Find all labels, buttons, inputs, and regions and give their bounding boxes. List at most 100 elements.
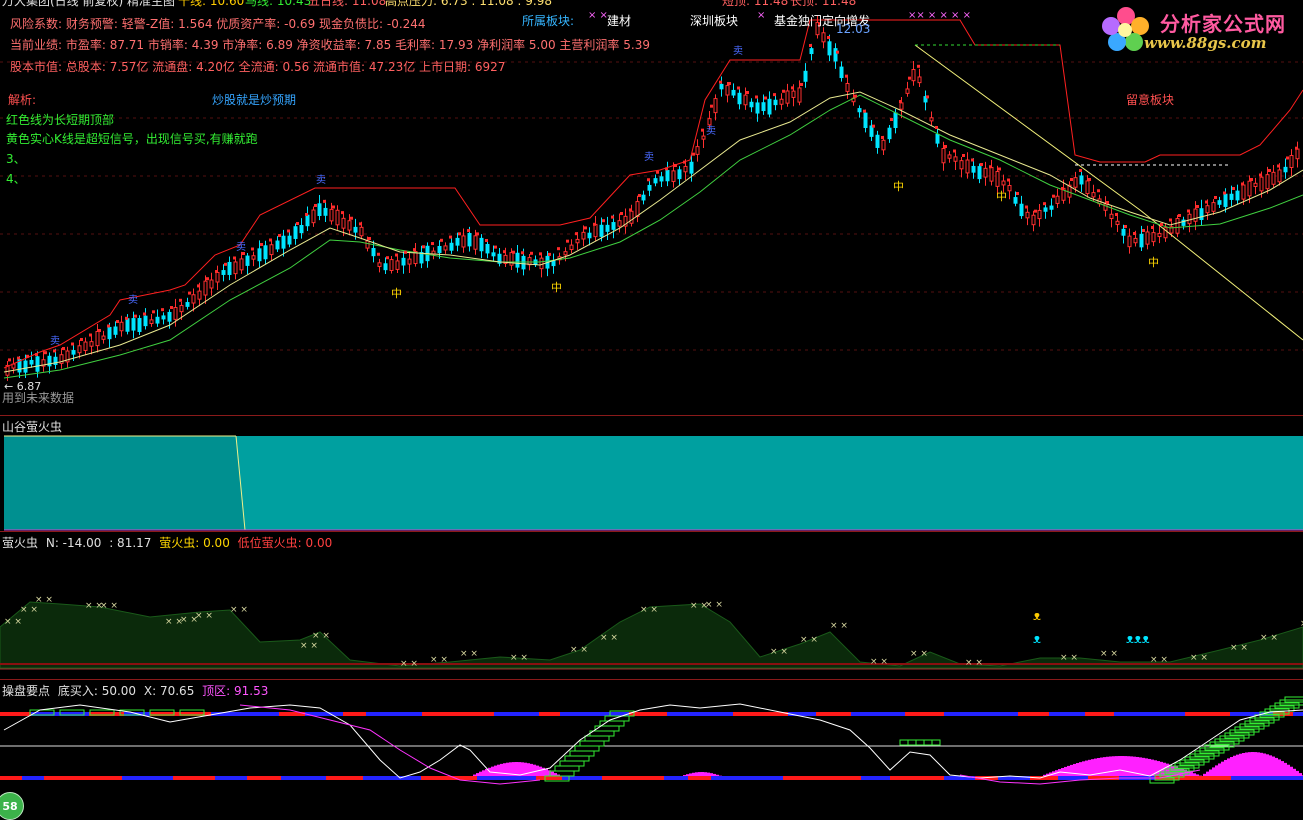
band-segment [1114, 712, 1185, 716]
valley-firefly-chart[interactable] [0, 416, 1303, 532]
signal-dot [152, 310, 155, 313]
candle-body [276, 241, 279, 249]
candle-body [762, 103, 765, 111]
signal-dot [1151, 226, 1154, 229]
histogram-bar [1248, 752, 1251, 776]
x-mark: × × [800, 635, 818, 645]
histogram-bar [485, 769, 488, 776]
main-chart-panel[interactable]: 卖卖卖 卖卖卖 卖 万大集团(日线 前复权) 精准主图 十线: 10.60 马线… [0, 0, 1303, 415]
signal-dot [215, 270, 218, 273]
candle-body [1236, 191, 1239, 200]
firefly-panel[interactable]: 萤火虫 N: -14.00 : 81.17 萤火虫: 0.00 低位萤火虫: 0… [0, 531, 1303, 680]
candle-body [246, 256, 249, 265]
candle-body [996, 172, 999, 187]
candle-body [360, 227, 363, 235]
candle-body [1254, 183, 1257, 186]
histogram-bar [704, 772, 707, 776]
sector-building[interactable]: 建材 [607, 12, 631, 29]
signal-dot [1205, 201, 1208, 204]
histogram-bar [1263, 753, 1266, 776]
candle-body [570, 245, 573, 249]
band-segment [477, 776, 536, 780]
x-mark: × × [230, 605, 248, 615]
candle-body [912, 70, 915, 81]
candle-body [348, 221, 351, 230]
candle-body [1140, 234, 1143, 247]
step-box [908, 740, 932, 745]
band-segment [215, 776, 247, 780]
histogram-bar [1218, 763, 1221, 776]
band-segment [281, 776, 326, 780]
histogram-bar [1233, 756, 1236, 776]
trading-points-chart[interactable] [0, 680, 1303, 820]
candle-body [312, 210, 315, 223]
signal-dot [17, 357, 20, 360]
notes-title: 解析: [8, 91, 36, 108]
signal-dot [1259, 174, 1262, 177]
signal-dot [350, 217, 353, 220]
candle-body [516, 253, 519, 267]
signal-dot [404, 251, 407, 254]
signal-dot [278, 234, 281, 237]
candle-body [792, 91, 795, 97]
svg-text:卖: 卖 [316, 174, 326, 186]
histogram-bar [1088, 760, 1091, 776]
candle-body [876, 135, 879, 147]
histogram-bar [539, 767, 542, 776]
candle-body [450, 243, 453, 250]
candle-body [192, 295, 195, 303]
histogram-bar [1064, 767, 1067, 776]
signal-dot [377, 253, 380, 256]
signal-dot [395, 254, 398, 257]
candle-body [462, 236, 465, 247]
signal-dot [1115, 213, 1118, 216]
logo-name: 分析家公式网 [1160, 8, 1286, 37]
signal-dot [1268, 169, 1271, 172]
histogram-bar [497, 765, 500, 776]
risk-info: 风险系数: 财务预警: 轻警-Z值: 1.564 优质资产率: -0.69 现金… [10, 15, 426, 32]
signal-dot [314, 204, 317, 207]
signal-dot [1295, 147, 1298, 150]
candle-body [300, 226, 303, 233]
candle-body [72, 351, 75, 355]
candle-body [324, 208, 327, 215]
x-mark: × × [4, 617, 22, 627]
trading-points-panel[interactable]: 操盘要点 底买入: 50.00 X: 70.65 顶区: 91.53 [0, 679, 1303, 820]
signal-dot [962, 154, 965, 157]
signal-dot [251, 248, 254, 251]
candle-body [744, 95, 747, 105]
signal-dot [89, 334, 92, 337]
candle-body [702, 136, 705, 139]
step-box [590, 731, 614, 736]
candle-body [828, 42, 831, 55]
signal-dot [665, 167, 668, 170]
signal-dot [629, 208, 632, 211]
candle-body [258, 249, 261, 261]
signal-dot [134, 315, 137, 318]
valley-firefly-panel[interactable]: 山谷萤火虫 [0, 415, 1303, 532]
band-segment [667, 712, 733, 716]
candle-body [1248, 181, 1251, 196]
candle-body [162, 316, 165, 319]
signal-dot [512, 251, 515, 254]
candle-body [618, 221, 621, 227]
band-segment [711, 776, 783, 780]
candle-body [24, 361, 27, 372]
band-segment [664, 776, 688, 780]
signal-dot [431, 242, 434, 245]
signal-dot [602, 219, 605, 222]
histogram-bar [491, 767, 494, 776]
candle-body [600, 225, 603, 236]
pressure-value: 高点压力: 6.73 : 11.08 : 9.98 [385, 0, 552, 9]
sector-fund[interactable]: 基金独门 [774, 12, 822, 29]
signal-dot [998, 168, 1001, 171]
signal-dot [764, 97, 767, 100]
sector-shenzhen[interactable]: 深圳板块 [690, 12, 738, 29]
histogram-bar [710, 773, 713, 776]
signal-dot [935, 126, 938, 129]
band-segment [247, 776, 281, 780]
band-segment [1293, 712, 1303, 716]
firefly-chart[interactable]: × ×× ×× ×× ×× ×× ×× ×× ×× ×× ×× ×× ×× ××… [0, 532, 1303, 680]
candle-body [144, 316, 147, 325]
histogram-bar [1127, 756, 1130, 776]
